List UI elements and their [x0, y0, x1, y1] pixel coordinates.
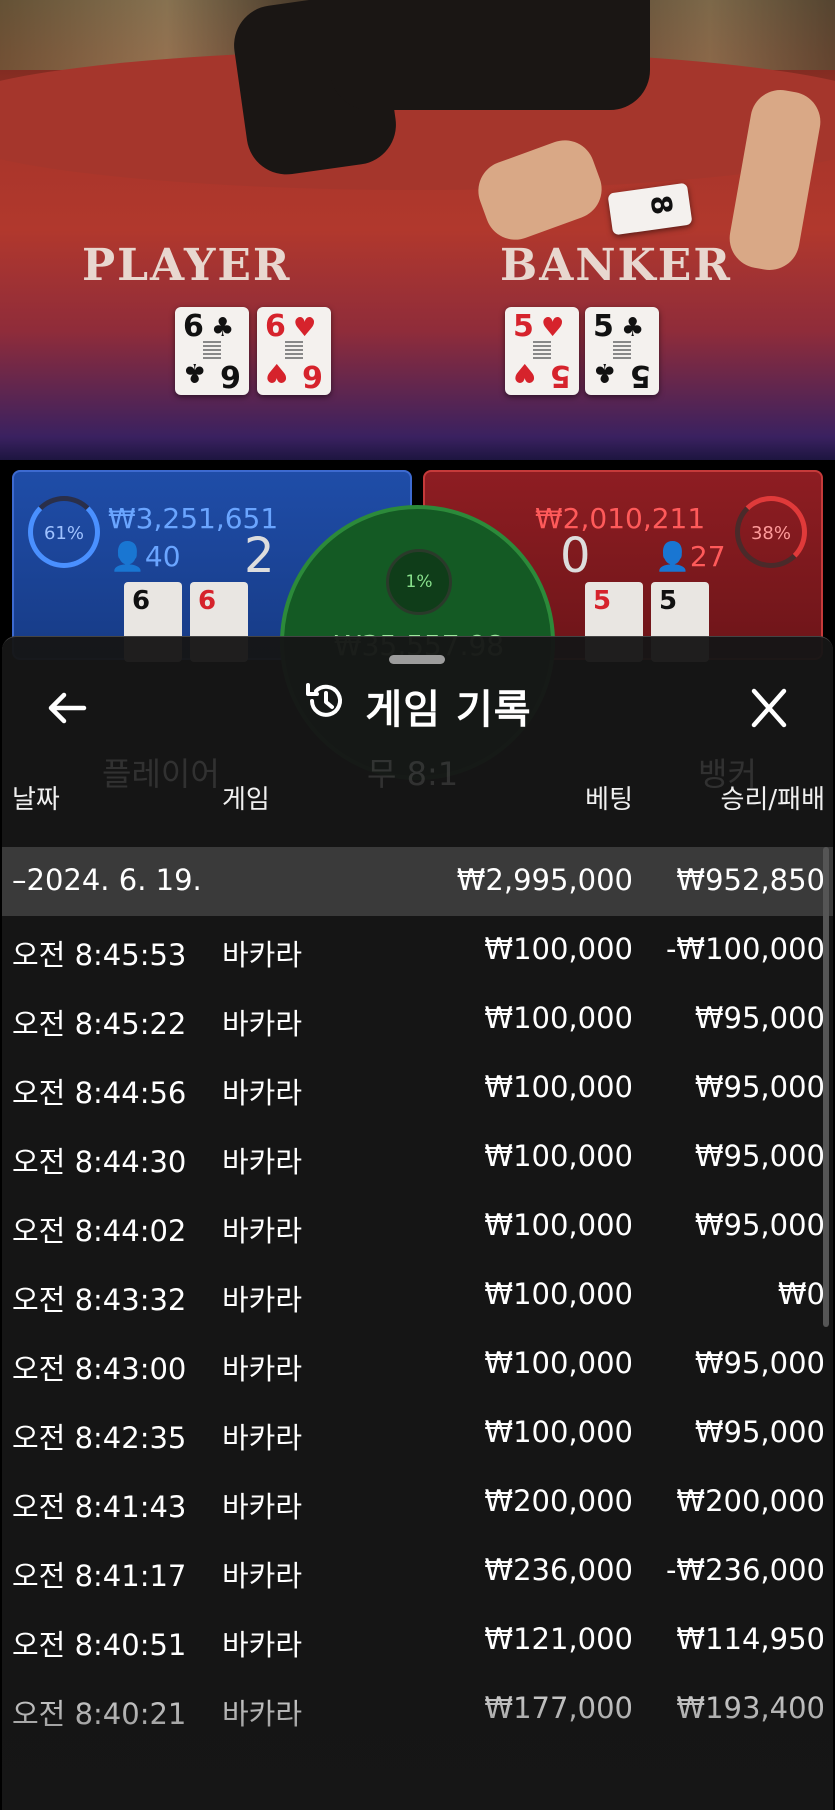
row-bet: ₩100,000: [484, 1415, 633, 1449]
row-time: 오전 8:42:35: [12, 1421, 187, 1455]
sheet-title-text: 게임 기록: [365, 687, 532, 733]
sheet-title: 게임 기록: [2, 677, 833, 735]
history-row[interactable]: 오전 8:41:17 바카라 ₩236,000 -₩236,000: [2, 1537, 833, 1606]
row-time: 오전 8:41:17: [12, 1559, 187, 1593]
person-icon: 👤: [655, 540, 690, 573]
history-row[interactable]: 오전 8:45:22 바카라 ₩100,000 ₩95,000: [2, 985, 833, 1054]
banker-percent-ring: 38%: [735, 496, 807, 568]
row-result: -₩100,000: [665, 932, 825, 966]
row-bet: ₩100,000: [484, 1208, 633, 1242]
row-time: 오전 8:44:02: [12, 1214, 187, 1248]
col-game: 게임: [222, 785, 270, 815]
row-game: 바카라: [222, 1214, 303, 1248]
row-bet: ₩100,000: [484, 1346, 633, 1380]
history-column-headers: 날짜 게임 베팅 승리/패배: [2, 779, 833, 819]
row-game: 바카라: [222, 1145, 303, 1179]
history-row[interactable]: 오전 8:43:32 바카라 ₩100,000 ₩0: [2, 1261, 833, 1330]
row-result: ₩0: [777, 1277, 825, 1311]
banker-score: 0: [560, 528, 591, 584]
row-result: ₩95,000: [694, 1139, 825, 1173]
row-bet: ₩200,000: [484, 1484, 633, 1518]
col-date: 날짜: [12, 785, 60, 815]
row-game: 바카라: [222, 1283, 303, 1317]
game-history-sheet: 플레이어 무 8:1 뱅커 게임 기록 날짜 게임 베팅 승리/패배 –2024…: [2, 636, 833, 1810]
banker-bettor-count: 👤27: [655, 540, 726, 573]
row-result: -₩236,000: [665, 1553, 825, 1587]
bet-stats-panel: 61% ₩3,251,651 👤40 2 6 6 ₩2,010,211 👤27 …: [0, 460, 835, 780]
person-icon: 👤: [110, 540, 145, 573]
player-card-2: 6 ♥ 6 ♥: [257, 307, 331, 395]
group-bet-total: ₩2,995,000: [456, 863, 633, 897]
group-date: –2024. 6. 19.: [12, 863, 202, 897]
row-game: 바카라: [222, 938, 303, 972]
row-time: 오전 8:41:43: [12, 1490, 187, 1524]
close-icon: [751, 688, 787, 728]
history-row[interactable]: 오전 8:41:43 바카라 ₩200,000 ₩200,000: [2, 1468, 833, 1537]
history-row[interactable]: 오전 8:42:35 바카라 ₩100,000 ₩95,000: [2, 1399, 833, 1468]
row-bet: ₩100,000: [484, 1139, 633, 1173]
row-game: 바카라: [222, 1628, 303, 1662]
row-time: 오전 8:44:56: [12, 1076, 187, 1110]
dealer-card: 8: [607, 182, 693, 236]
row-result: ₩95,000: [694, 1070, 825, 1104]
row-game: 바카라: [222, 1076, 303, 1110]
row-game: 바카라: [222, 1421, 303, 1455]
group-result-total: ₩952,850: [676, 863, 825, 897]
sheet-drag-handle[interactable]: [389, 655, 445, 664]
player-score: 2: [244, 528, 275, 584]
history-row[interactable]: 오전 8:45:53 바카라 ₩100,000 -₩100,000: [2, 916, 833, 985]
row-time: 오전 8:40:51: [12, 1628, 187, 1662]
row-result: ₩95,000: [694, 1208, 825, 1242]
row-bet: ₩100,000: [484, 1277, 633, 1311]
row-time: 오전 8:43:32: [12, 1283, 187, 1317]
row-time: 오전 8:44:30: [12, 1145, 187, 1179]
tie-percent-ring: 1%: [386, 549, 452, 615]
row-bet: ₩100,000: [484, 1001, 633, 1035]
banker-card-2: 5 ♣ 5 ♣: [585, 307, 659, 395]
row-game: 바카라: [222, 1559, 303, 1593]
row-result: ₩95,000: [694, 1346, 825, 1380]
banker-area-label: BANKER: [500, 240, 732, 291]
row-time: 오전 8:45:22: [12, 1007, 187, 1041]
row-bet: ₩236,000: [484, 1553, 633, 1587]
close-button[interactable]: [744, 685, 794, 731]
history-row[interactable]: 오전 8:44:30 바카라 ₩100,000 ₩95,000: [2, 1123, 833, 1192]
date-group-row[interactable]: –2024. 6. 19. ₩2,995,000 ₩952,850: [2, 847, 833, 916]
row-bet: ₩100,000: [484, 1070, 633, 1104]
player-bettor-count: 👤40: [110, 540, 181, 573]
row-result: ₩200,000: [676, 1484, 825, 1518]
live-video: 8 PLAYER BANKER 6 ♣ 6 ♣ 6 ♥ 6 ♥ 5 ♥ 5 ♥ 5 ♣ 5 ♣: [0, 0, 835, 460]
history-row[interactable]: 오전 8:44:02 바카라 ₩100,000 ₩95,000: [2, 1192, 833, 1261]
history-icon: [303, 679, 347, 733]
row-game: 바카라: [222, 1007, 303, 1041]
row-result: ₩95,000: [694, 1001, 825, 1035]
list-bottom-fade: [2, 1699, 833, 1810]
row-time: 오전 8:45:53: [12, 938, 187, 972]
player-area-label: PLAYER: [82, 240, 292, 291]
row-time: 오전 8:43:00: [12, 1352, 187, 1386]
history-row[interactable]: 오전 8:44:56 바카라 ₩100,000 ₩95,000: [2, 1054, 833, 1123]
dealer-body: [330, 0, 650, 110]
app-screen: 8 PLAYER BANKER 6 ♣ 6 ♣ 6 ♥ 6 ♥ 5 ♥ 5 ♥ 5 ♣ 5 ♣: [0, 0, 835, 1810]
row-bet: ₩121,000: [484, 1622, 633, 1656]
col-result: 승리/패배: [720, 785, 825, 815]
row-result: ₩114,950: [676, 1622, 825, 1656]
row-game: 바카라: [222, 1352, 303, 1386]
col-bet: 베팅: [585, 785, 633, 815]
row-bet: ₩100,000: [484, 932, 633, 966]
row-result: ₩95,000: [694, 1415, 825, 1449]
player-percent-ring: 61%: [28, 496, 100, 568]
banker-card-1: 5 ♥ 5 ♥: [505, 307, 579, 395]
history-row[interactable]: 오전 8:43:00 바카라 ₩100,000 ₩95,000: [2, 1330, 833, 1399]
history-row[interactable]: 오전 8:40:51 바카라 ₩121,000 ₩114,950: [2, 1606, 833, 1675]
history-scrollbar[interactable]: [823, 847, 829, 1327]
row-game: 바카라: [222, 1490, 303, 1524]
player-card-1: 6 ♣ 6 ♣: [175, 307, 249, 395]
